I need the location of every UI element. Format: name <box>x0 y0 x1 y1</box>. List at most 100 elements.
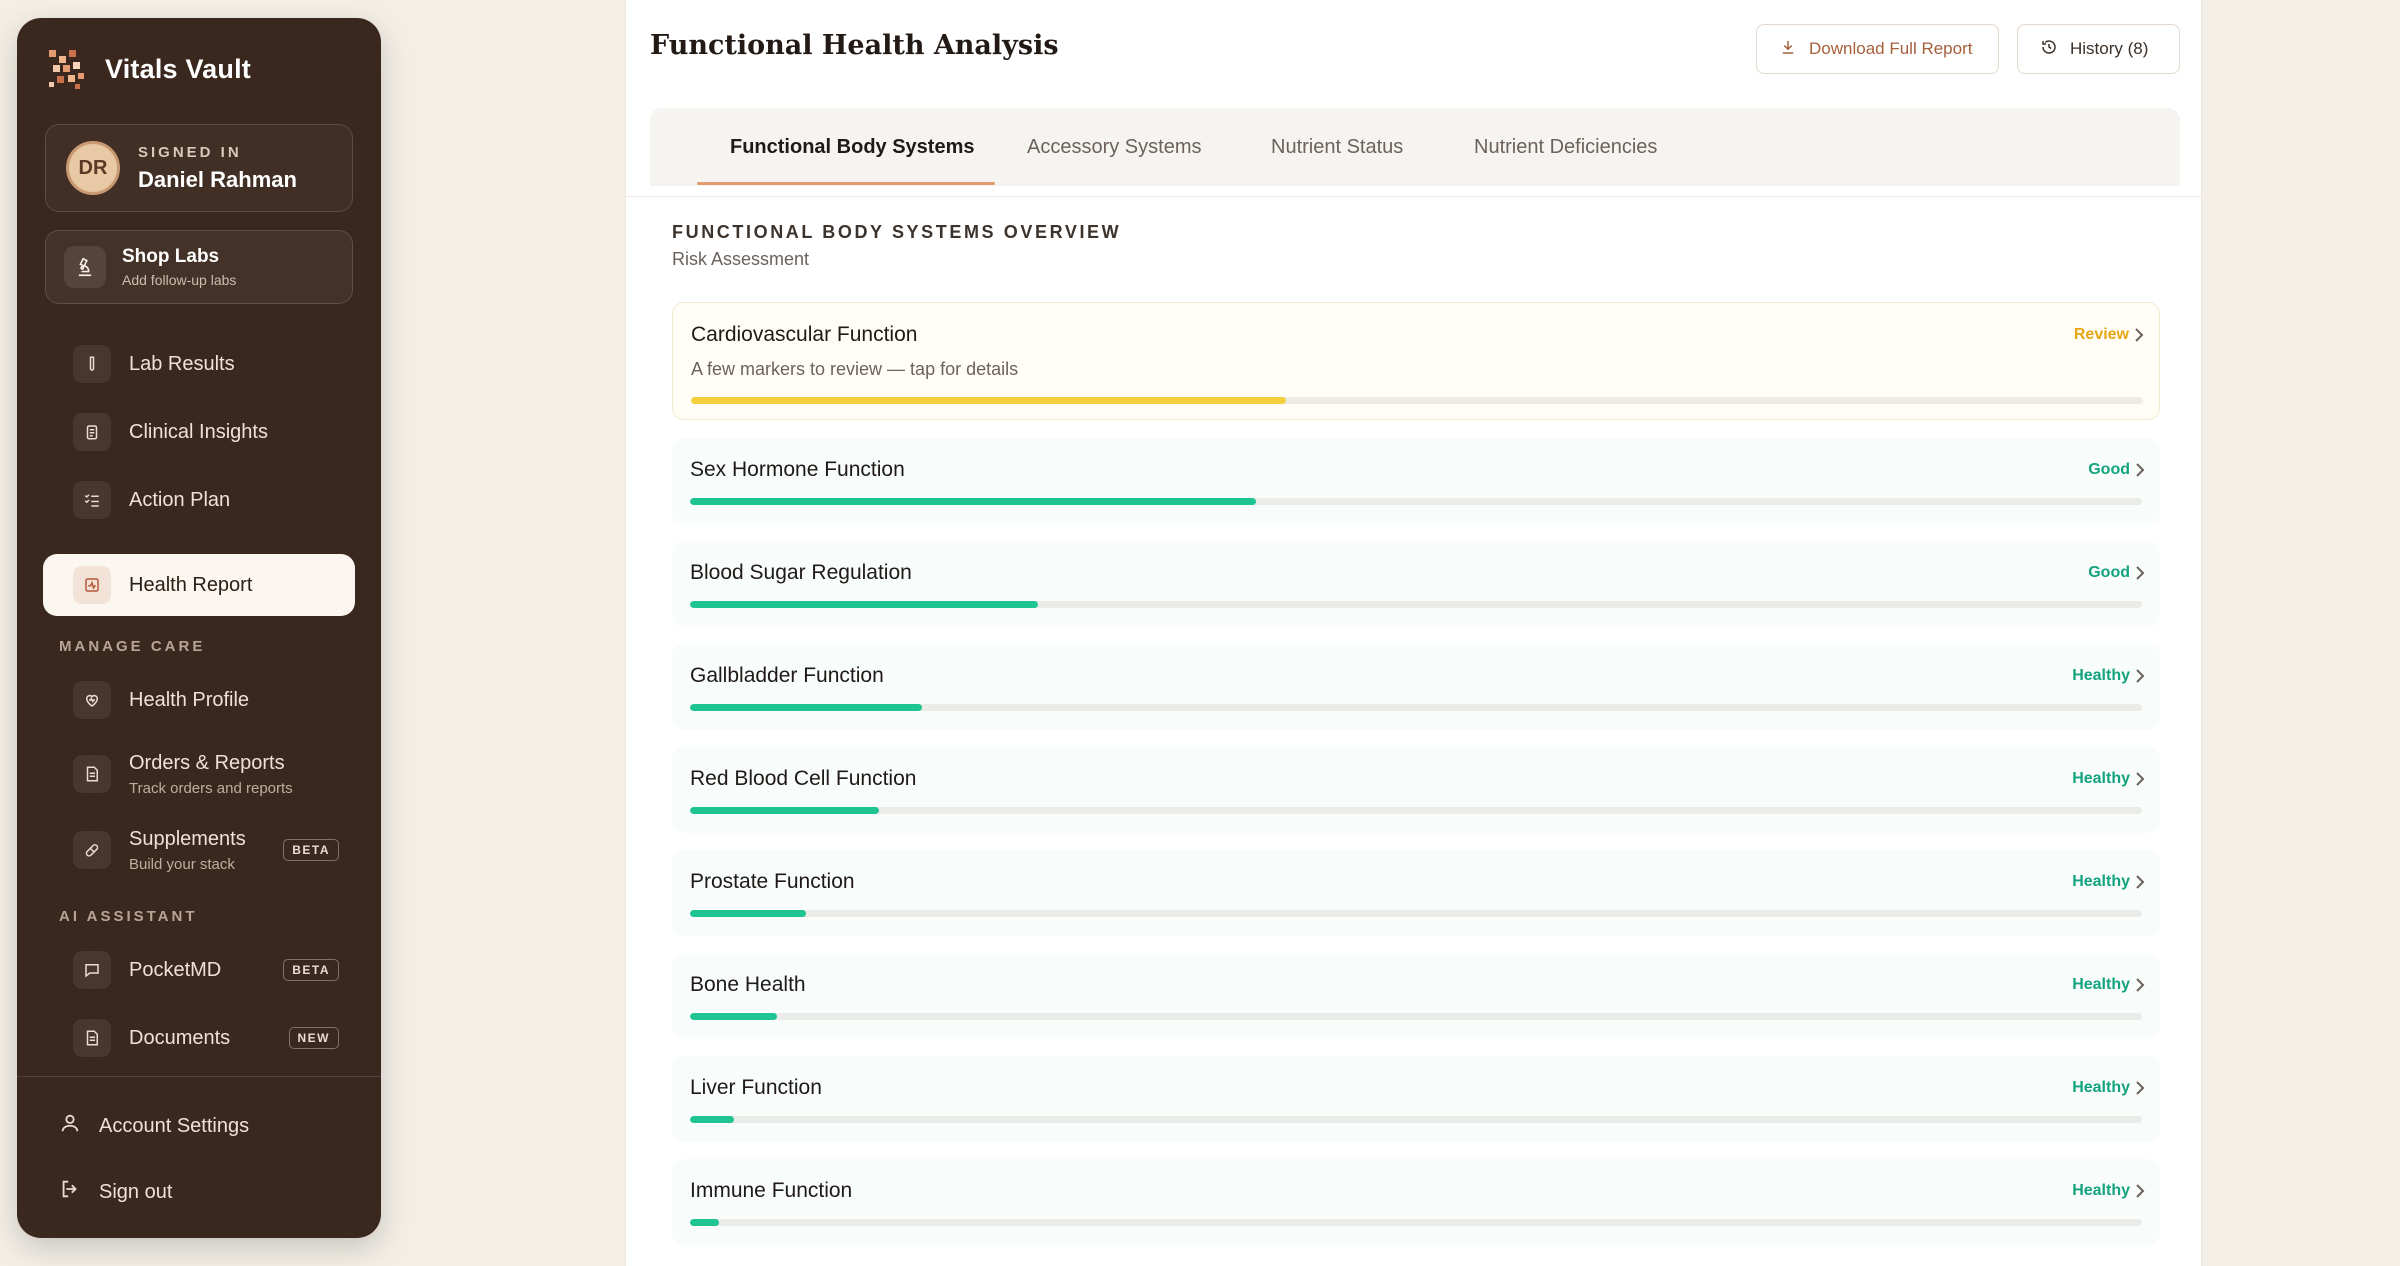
shop-labs-button[interactable]: Shop Labs Add follow-up labs <box>45 230 353 304</box>
risk-progress-fill <box>690 704 923 711</box>
brand[interactable]: Vitals Vault <box>45 46 251 92</box>
tab-nutrient-deficiencies[interactable]: Nutrient Deficiencies <box>1474 108 1657 186</box>
user-icon <box>59 1112 81 1140</box>
sidebar-item-lab-results[interactable]: Lab Results <box>43 333 355 395</box>
risk-progress-fill <box>690 498 1257 505</box>
sidebar: Vitals Vault DR SIGNED IN Daniel Rahman … <box>17 18 381 1238</box>
sidebar-item-label: Supplements <box>129 827 246 850</box>
document-icon <box>73 755 111 793</box>
risk-progress-fill <box>690 1116 734 1123</box>
chevron-right-icon <box>2134 771 2146 792</box>
signed-in-label: SIGNED IN <box>138 143 242 161</box>
sidebar-item-label: PocketMD <box>129 958 222 981</box>
system-name: Blood Sugar Regulation <box>690 561 912 584</box>
system-name: Sex Hormone Function <box>690 458 905 481</box>
system-description: A few markers to review — tap for detail… <box>691 359 1019 379</box>
sidebar-item-subtitle: Build your stack <box>129 855 235 873</box>
download-report-label: Download Full Report <box>1809 39 1973 58</box>
sidebar-divider <box>17 1076 381 1077</box>
sign-out-label: Sign out <box>99 1180 173 1203</box>
activity-report-icon <box>73 566 111 604</box>
shop-labs-title: Shop Labs <box>122 246 220 267</box>
chevron-right-icon <box>2134 1080 2146 1101</box>
user-name: Daniel Rahman <box>138 166 297 192</box>
section-title: FUNCTIONAL BODY SYSTEMS OVERVIEW <box>672 222 1122 242</box>
sidebar-item-label: Lab Results <box>129 352 235 375</box>
account-settings-link[interactable]: Account Settings <box>59 1112 249 1140</box>
system-status-badge: Healthy <box>2072 873 2130 890</box>
system-name: Bone Health <box>690 973 806 996</box>
avatar: DR <box>66 141 120 195</box>
system-name: Immune Function <box>690 1179 853 1202</box>
system-card[interactable]: Red Blood Cell Function Healthy <box>672 747 2160 833</box>
system-status-badge: Good <box>2088 461 2130 478</box>
system-card[interactable]: Liver Function Healthy <box>672 1056 2160 1142</box>
system-card[interactable]: Immune Function Healthy <box>672 1159 2160 1245</box>
download-report-button[interactable]: Download Full Report <box>1756 24 1999 74</box>
document-icon <box>73 1019 111 1057</box>
tab-accessory-systems[interactable]: Accessory Systems <box>1027 108 1201 186</box>
app-name: Vitals Vault <box>105 53 251 84</box>
sidebar-item-documents[interactable]: Documents NEW <box>43 1007 355 1069</box>
system-status-badge: Review <box>2073 326 2129 343</box>
risk-progress-track <box>690 1013 2142 1020</box>
sidebar-item-label: Health Report <box>129 573 253 596</box>
pill-icon <box>73 831 111 869</box>
chevron-right-icon <box>2134 462 2146 483</box>
clipboard-icon <box>73 413 111 451</box>
system-status-badge: Healthy <box>2072 1182 2130 1199</box>
download-icon <box>1779 38 1797 61</box>
chevron-right-icon <box>2134 668 2146 689</box>
chevron-right-icon <box>2133 327 2145 348</box>
sidebar-item-health-report[interactable]: Health Report <box>43 554 355 616</box>
system-status-badge: Healthy <box>2072 1079 2130 1096</box>
risk-progress-fill <box>690 1013 778 1020</box>
manage-care-label: MANAGE CARE <box>59 638 206 655</box>
sidebar-item-clinical-insights[interactable]: Clinical Insights <box>43 401 355 463</box>
system-name: Cardiovascular Function <box>691 323 918 346</box>
system-status-badge: Healthy <box>2072 770 2130 787</box>
tab-functional-body-systems[interactable]: Functional Body Systems <box>730 108 975 186</box>
main-panel: Functional Health Analysis Download Full… <box>625 0 2202 1266</box>
active-tab-indicator <box>697 182 995 185</box>
beta-badge: BETA <box>283 959 339 981</box>
chevron-right-icon <box>2134 565 2146 586</box>
risk-progress-fill <box>690 807 879 814</box>
section-subtitle: Risk Assessment <box>672 249 810 269</box>
system-card[interactable]: Sex Hormone Function Good <box>672 438 2160 524</box>
test-tube-icon <box>73 345 111 383</box>
page-title: Functional Health Analysis <box>650 30 1059 61</box>
system-card[interactable]: Blood Sugar Regulation Good <box>672 541 2160 627</box>
history-button[interactable]: History (8) <box>2017 24 2180 74</box>
sidebar-item-pocketmd[interactable]: PocketMD BETA <box>43 939 355 1001</box>
system-card[interactable]: Cardiovascular Function A few markers to … <box>672 302 2160 420</box>
system-name: Prostate Function <box>690 870 855 893</box>
user-card[interactable]: DR SIGNED IN Daniel Rahman <box>45 124 353 212</box>
shop-labs-subtitle: Add follow-up labs <box>122 272 237 288</box>
risk-progress-track <box>691 397 2143 404</box>
tab-bar: Functional Body Systems Accessory System… <box>650 108 2180 186</box>
beta-badge: BETA <box>283 839 339 861</box>
sign-out-link[interactable]: Sign out <box>59 1178 172 1206</box>
risk-progress-fill <box>690 1219 720 1226</box>
system-card[interactable]: Bone Health Healthy <box>672 953 2160 1039</box>
heart-pulse-icon <box>73 681 111 719</box>
sidebar-item-label: Health Profile <box>129 688 250 711</box>
risk-progress-track <box>690 1116 2142 1123</box>
new-badge: NEW <box>288 1027 339 1049</box>
chevron-right-icon <box>2134 874 2146 895</box>
tab-divider <box>626 196 2201 197</box>
sign-out-icon <box>59 1178 81 1206</box>
sidebar-item-orders-reports[interactable]: Orders & Reports Track orders and report… <box>43 742 355 806</box>
system-card[interactable]: Prostate Function Healthy <box>672 850 2160 936</box>
tab-nutrient-status[interactable]: Nutrient Status <box>1271 108 1403 186</box>
history-label: History (8) <box>2070 39 2149 58</box>
sidebar-item-supplements[interactable]: Supplements Build your stack BETA <box>43 818 355 882</box>
risk-progress-track <box>690 601 2142 608</box>
system-card[interactable]: Gallbladder Function Healthy <box>672 644 2160 730</box>
risk-progress-fill <box>691 397 1287 404</box>
system-status-badge: Healthy <box>2072 667 2130 684</box>
sidebar-item-subtitle: Track orders and reports <box>129 779 293 797</box>
sidebar-item-health-profile[interactable]: Health Profile <box>43 669 355 731</box>
sidebar-item-action-plan[interactable]: Action Plan <box>43 469 355 531</box>
